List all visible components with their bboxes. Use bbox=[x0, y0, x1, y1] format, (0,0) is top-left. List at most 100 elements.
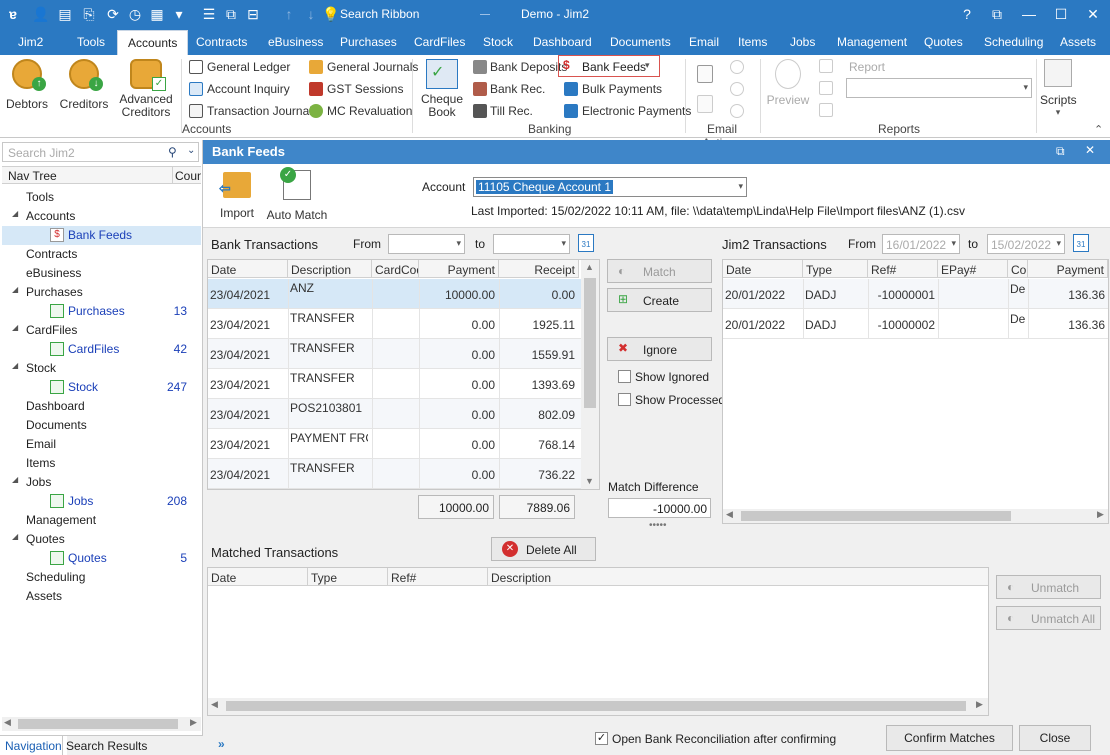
email-document-icon[interactable] bbox=[697, 65, 713, 83]
email-forward-icon[interactable] bbox=[730, 82, 744, 96]
create-button[interactable]: ⊞ Create bbox=[607, 288, 712, 312]
nav-item[interactable]: eBusiness bbox=[2, 264, 201, 283]
bank-deposits-button[interactable]: Bank Deposits bbox=[490, 60, 567, 74]
unmatch-button[interactable]: ◐ Unmatch bbox=[996, 575, 1101, 599]
electronic-payments-button[interactable]: Electronic Payments bbox=[582, 104, 691, 118]
confirm-matches-button[interactable]: Confirm Matches bbox=[886, 725, 1013, 751]
tab-tools[interactable]: Tools bbox=[77, 35, 105, 49]
nav-item[interactable]: Dashboard bbox=[2, 397, 201, 416]
nav-item[interactable]: Quotes 5 bbox=[2, 549, 201, 568]
show-ignored-checkbox[interactable] bbox=[618, 370, 631, 383]
bank-col-payment[interactable]: Payment bbox=[419, 260, 499, 278]
ignore-button[interactable]: ✖ Ignore bbox=[607, 337, 712, 361]
tab-jobs[interactable]: Jobs bbox=[790, 35, 815, 49]
email-send-icon[interactable] bbox=[730, 104, 744, 118]
unmatch-all-button[interactable]: ◐ Unmatch All bbox=[996, 606, 1101, 630]
scroll-left-icon[interactable]: ◀ bbox=[211, 699, 218, 710]
scroll-up-icon[interactable]: ▲ bbox=[585, 262, 594, 272]
scroll-right-icon[interactable]: ▶ bbox=[1097, 509, 1104, 520]
nav-item[interactable]: Jobs 208 bbox=[2, 492, 201, 511]
jim2-horizontal-scrollbar[interactable]: ◀ ▶ bbox=[723, 509, 1108, 523]
horizontal-scrollbar[interactable]: ◀ ▶ bbox=[2, 717, 201, 731]
nav-item[interactable]: ◢ Accounts bbox=[2, 207, 201, 226]
close-button[interactable]: Close bbox=[1019, 725, 1091, 751]
open-bank-rec-checkbox[interactable]: ✓ bbox=[595, 732, 608, 745]
nav-item[interactable]: ◢ Jobs bbox=[2, 473, 201, 492]
table-row[interactable]: 23/04/2021 TRANSFER 0.00 1393.69 bbox=[208, 369, 581, 399]
nav-item[interactable]: Contracts bbox=[2, 245, 201, 264]
nav-item[interactable]: Email bbox=[2, 435, 201, 454]
table-row[interactable]: 20/01/2022 DADJ -10000001 De 136.36 bbox=[723, 279, 1108, 309]
jim2-col-epay[interactable]: EPay# bbox=[938, 260, 1008, 278]
debtors-button[interactable]: ↑ Debtors bbox=[4, 59, 50, 111]
scroll-thumb[interactable] bbox=[226, 701, 966, 711]
creditors-button[interactable]: ↓ Creditors bbox=[58, 59, 110, 111]
nav-item[interactable]: Items bbox=[2, 454, 201, 473]
general-ledger-button[interactable]: General Ledger bbox=[207, 60, 290, 74]
general-journals-button[interactable]: General Journals bbox=[327, 60, 418, 74]
match-button[interactable]: ◐ Match bbox=[607, 259, 712, 283]
report-select[interactable]: ▾ bbox=[846, 78, 1032, 98]
table-row[interactable]: 23/04/2021 TRANSFER 0.00 1925.11 bbox=[208, 309, 581, 339]
expand-icon[interactable]: ⌄ bbox=[187, 145, 195, 156]
tab-dashboard[interactable]: Dashboard bbox=[533, 35, 592, 49]
jim2-to-date[interactable]: 15/02/2022 ▾ bbox=[987, 234, 1065, 254]
matched-col-date[interactable]: Date bbox=[208, 568, 308, 586]
print-icon[interactable] bbox=[819, 59, 833, 73]
bank-col-cardcode[interactable]: CardCod bbox=[372, 260, 419, 278]
account-inquiry-button[interactable]: Account Inquiry bbox=[207, 82, 290, 96]
tab-search-results[interactable]: Search Results bbox=[62, 736, 150, 755]
nav-item[interactable]: ◢ CardFiles bbox=[2, 321, 201, 340]
cheque-book-button[interactable]: ✓ Cheque Book bbox=[420, 59, 464, 119]
tab-contracts[interactable]: Contracts bbox=[196, 35, 247, 49]
tab-assets[interactable]: Assets bbox=[1060, 35, 1096, 49]
bank-feeds-button[interactable]: $ Bank Feeds ▾ bbox=[558, 55, 660, 77]
transaction-journal-button[interactable]: Transaction Journal bbox=[207, 104, 312, 118]
nav-item[interactable]: Documents bbox=[2, 416, 201, 435]
bank-from-date[interactable]: ▾ bbox=[388, 234, 465, 254]
scroll-left-icon[interactable]: ◀ bbox=[726, 509, 733, 520]
matched-horizontal-scrollbar[interactable]: ◀ ▶ bbox=[208, 698, 988, 715]
scroll-right-icon[interactable]: ▶ bbox=[976, 699, 983, 710]
expand-arrow-icon[interactable]: ◢ bbox=[12, 475, 18, 484]
restore-icon[interactable]: ⧉ bbox=[988, 5, 1006, 23]
bank-col-description[interactable]: Description bbox=[288, 260, 372, 278]
expand-arrow-icon[interactable]: ◢ bbox=[12, 361, 18, 370]
expand-arrow-icon[interactable]: ◢ bbox=[12, 209, 18, 218]
scripts-button[interactable]: Scripts ▾ bbox=[1040, 59, 1077, 118]
tab-cardfiles[interactable]: CardFiles bbox=[414, 35, 465, 49]
search-icon[interactable]: ⚲ bbox=[168, 145, 177, 159]
tab-items[interactable]: Items bbox=[738, 35, 767, 49]
tab-ebusiness[interactable]: eBusiness bbox=[268, 35, 323, 49]
expand-arrow-icon[interactable]: ◢ bbox=[12, 323, 18, 332]
table-row[interactable]: 23/04/2021 TRANSFER 0.00 736.22 bbox=[208, 459, 581, 489]
bank-rec-button[interactable]: Bank Rec. bbox=[490, 82, 545, 96]
expand-icon[interactable]: » bbox=[218, 737, 225, 751]
matched-col-ref[interactable]: Ref# bbox=[388, 568, 488, 586]
jim2-from-date[interactable]: 16/01/2022 ▾ bbox=[882, 234, 960, 254]
tab-stock[interactable]: Stock bbox=[483, 35, 513, 49]
nav-item[interactable]: $ Bank Feeds bbox=[2, 226, 201, 245]
jim2-col-date[interactable]: Date bbox=[723, 260, 803, 278]
scroll-down-icon[interactable]: ▼ bbox=[585, 476, 594, 486]
till-rec-button[interactable]: Till Rec. bbox=[490, 104, 533, 118]
tab-email[interactable]: Email bbox=[689, 35, 719, 49]
nav-item[interactable]: Scheduling bbox=[2, 568, 201, 587]
calendar-icon[interactable]: 31 bbox=[578, 234, 594, 252]
scroll-left-icon[interactable]: ◀ bbox=[4, 717, 11, 728]
bank-col-receipt[interactable]: Receipt bbox=[499, 260, 579, 278]
bank-col-date[interactable]: Date bbox=[208, 260, 288, 278]
export-icon[interactable] bbox=[819, 81, 833, 95]
tab-purchases[interactable]: Purchases bbox=[340, 35, 397, 49]
auto-match-button[interactable]: ✓ Auto Match bbox=[265, 167, 329, 222]
tab-navigation[interactable]: Navigation bbox=[0, 736, 67, 755]
nav-item[interactable]: Purchases 13 bbox=[2, 302, 201, 321]
nav-item[interactable]: Management bbox=[2, 511, 201, 530]
table-row[interactable]: 23/04/2021 ANZ 10000.00 0.00 bbox=[208, 279, 581, 309]
table-row[interactable]: 23/04/2021 PAYMENT FROM 0.00 768.14 bbox=[208, 429, 581, 459]
nav-item[interactable]: ◢ Purchases bbox=[2, 283, 201, 302]
gst-sessions-button[interactable]: GST Sessions bbox=[327, 82, 403, 96]
nav-search-input[interactable]: Search Jim2 ⚲ ⌄ bbox=[2, 142, 199, 162]
close-icon[interactable]: ✕ bbox=[1084, 5, 1102, 23]
table-row[interactable]: 23/04/2021 TRANSFER 0.00 1559.91 bbox=[208, 339, 581, 369]
